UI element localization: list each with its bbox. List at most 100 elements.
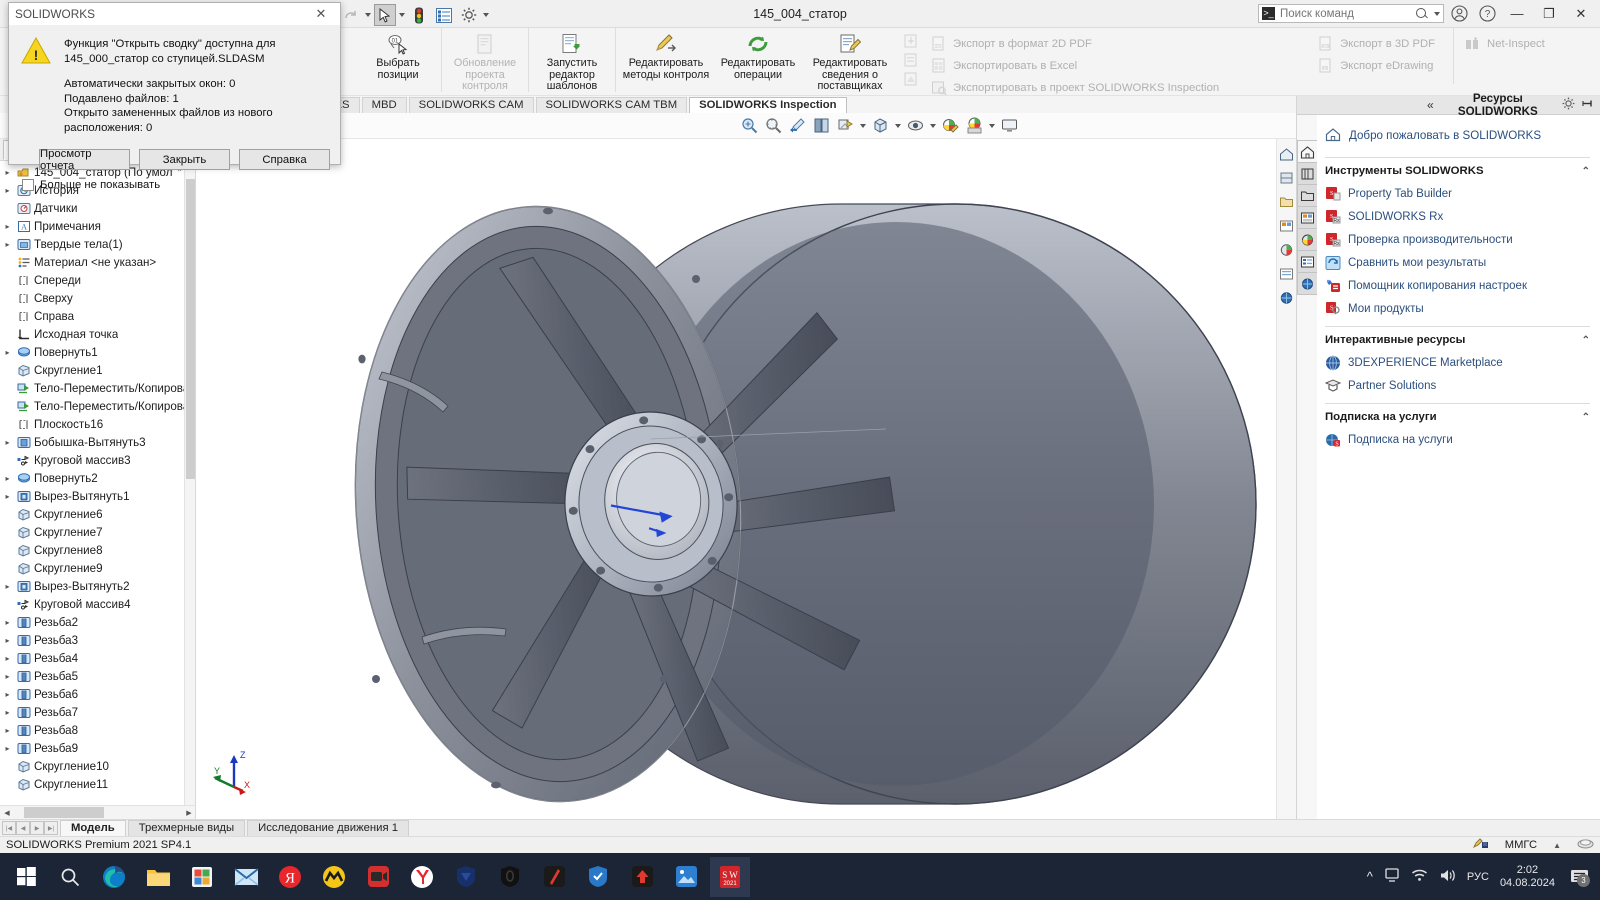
expand-toggle-icon[interactable]: ▸ (2, 492, 13, 501)
feature-tree-item[interactable]: Круговой массив4 (0, 595, 195, 613)
select-dropdown-caret-icon[interactable] (399, 13, 405, 17)
ribbon-button-edit-operations[interactable]: Редактировать операции (712, 28, 804, 81)
feature-tree-item[interactable]: ▸Повернуть2 (0, 469, 195, 487)
task-panel-section-header[interactable]: Интерактивные ресурсы⌃ (1325, 326, 1590, 346)
feature-tree-item[interactable]: ▸Резьба3 (0, 631, 195, 649)
display-style-icon[interactable] (869, 115, 891, 137)
tab-model[interactable]: Модель (60, 820, 126, 836)
nav-last-icon[interactable]: ▶| (44, 821, 58, 835)
expand-toggle-icon[interactable]: ▸ (2, 690, 13, 699)
options-list-icon[interactable] (433, 4, 455, 26)
apply-scene-caret-icon[interactable] (987, 115, 996, 137)
feature-tree-item[interactable]: Скругление11 (0, 775, 195, 793)
previous-view-icon[interactable] (786, 115, 808, 137)
edit-appearance-icon[interactable] (939, 115, 961, 137)
hide-show-caret-icon[interactable] (928, 115, 937, 137)
expand-toggle-icon[interactable]: ▸ (2, 474, 13, 483)
ribbon-button-select-balloons[interactable]: 01 Выбрать позиции (359, 28, 437, 81)
feature-tree-item[interactable]: ▸Резьба6 (0, 685, 195, 703)
red-arrow-icon[interactable] (622, 857, 662, 897)
feature-tree-item[interactable]: Скругление7 (0, 523, 195, 541)
dont-show-again-checkbox[interactable] (22, 179, 34, 191)
feature-tree-item[interactable]: Плоскость16 (0, 415, 195, 433)
feature-tree-item[interactable]: ▸AПримечания (0, 217, 195, 235)
solidworks-resources-tab[interactable] (1297, 140, 1317, 163)
expand-toggle-icon[interactable]: ▸ (2, 222, 13, 231)
feature-tree-item[interactable]: Круговой массив3 (0, 451, 195, 469)
feature-tree-item[interactable]: ▸Резьба8 (0, 721, 195, 739)
task-panel-link[interactable]: SПодписка на услуги (1325, 428, 1590, 451)
graphics-viewport[interactable]: Z Y X (196, 139, 1296, 819)
tab-3d-views[interactable]: Трехмерные виды (128, 820, 245, 836)
file-explorer-icon[interactable] (138, 857, 178, 897)
view-report-button[interactable]: Просмотр отчета (39, 149, 130, 170)
custom-props-rail-icon[interactable] (1278, 265, 1295, 282)
feature-tree-item[interactable]: Скругление9 (0, 559, 195, 577)
zoom-to-area-icon[interactable] (762, 115, 784, 137)
m-app-icon[interactable] (314, 857, 354, 897)
wifi-icon[interactable] (1411, 868, 1428, 885)
dont-show-again-row[interactable]: Больше не показывать (9, 170, 340, 191)
help-question-icon[interactable]: ? (1474, 2, 1500, 26)
gear-icon[interactable] (458, 4, 480, 26)
red-dark-icon[interactable] (534, 857, 574, 897)
marketplace-rail-icon[interactable] (1278, 289, 1295, 306)
feature-tree-item[interactable]: ▸Бобышка-Вытянуть3 (0, 433, 195, 451)
windows-start-icon[interactable] (6, 857, 46, 897)
tab-motion-study[interactable]: Исследование движения 1 (247, 820, 409, 836)
expand-toggle-icon[interactable]: ▸ (2, 708, 13, 717)
view-settings-icon[interactable] (998, 115, 1020, 137)
task-panel-link[interactable]: 3DEXPERIENCE Marketplace (1325, 351, 1590, 374)
minimize-button[interactable]: — (1502, 1, 1532, 27)
task-panel-gear-icon[interactable] (1562, 97, 1575, 113)
scroll-thumb[interactable] (186, 179, 195, 479)
feature-tree-item[interactable]: ▸Резьба4 (0, 649, 195, 667)
task-panel-link[interactable]: Помощник копирования настроек (1325, 274, 1590, 297)
task-panel-link[interactable]: Сравнить мои результаты (1325, 251, 1590, 274)
ribbon-button-edit-methods[interactable]: Редактировать методы контроля (620, 28, 712, 81)
scroll-left-arrow-icon[interactable]: ◀ (0, 806, 14, 820)
user-account-icon[interactable] (1446, 2, 1472, 26)
chevron-up-icon[interactable]: ⌃ (1582, 412, 1590, 423)
feature-tree-item[interactable]: Тело-Переместить/Копировать (0, 379, 195, 397)
device-icon[interactable] (1384, 867, 1400, 886)
view-orientation-icon[interactable] (834, 115, 856, 137)
scene-rail-icon[interactable] (1278, 241, 1295, 258)
task-panel-pin-icon[interactable] (1581, 97, 1594, 113)
nav-prev-icon[interactable]: ◀ (16, 821, 30, 835)
solidworks-icon[interactable]: S W2021 (710, 857, 750, 897)
taskbar-search-icon[interactable] (50, 857, 90, 897)
appearances-scenes-tab[interactable] (1297, 228, 1317, 251)
red-camera-icon[interactable] (358, 857, 398, 897)
close-button[interactable]: ✕ (1566, 1, 1596, 27)
task-panel-section-header[interactable]: Подписка на услуги⌃ (1325, 403, 1590, 423)
ribbon-button-edit-suppliers[interactable]: Редактировать сведения о поставщиках (804, 28, 896, 93)
nav-first-icon[interactable]: |◀ (2, 821, 16, 835)
search-icon[interactable] (1415, 7, 1429, 21)
notifications-icon[interactable]: 3 (1566, 864, 1592, 890)
feature-tree-item[interactable]: ▸Вырез-Вытянуть2 (0, 577, 195, 595)
hide-show-items-icon[interactable] (904, 115, 926, 137)
design-library-tab[interactable] (1297, 162, 1317, 185)
tab-solidworks-cam-tbm[interactable]: SOLIDWORKS CAM TBM (536, 97, 688, 113)
feature-tree-item[interactable]: Исходная точка (0, 325, 195, 343)
units-caret-icon[interactable]: ▲ (1553, 841, 1561, 850)
view-palette-tab[interactable] (1297, 206, 1317, 229)
feature-tree-item[interactable]: Скругление10 (0, 757, 195, 775)
feature-tree-item[interactable]: Материал <не указан> (0, 253, 195, 271)
feature-tree-item[interactable]: Тело-Переместить/Копировать (0, 397, 195, 415)
chevron-up-icon[interactable]: ⌃ (1582, 166, 1590, 177)
feature-tree-item[interactable]: ▸Резьба7 (0, 703, 195, 721)
feature-tree-item[interactable]: ▸Твердые тела(1) (0, 235, 195, 253)
feature-tree-item[interactable]: ▸Резьба2 (0, 613, 195, 631)
feature-tree-item[interactable]: Справа (0, 307, 195, 325)
expand-toggle-icon[interactable]: ▸ (2, 636, 13, 645)
chevron-up-icon[interactable]: ⌃ (1582, 335, 1590, 346)
feature-tree-item[interactable]: Скругление6 (0, 505, 195, 523)
feature-tree-item[interactable]: Датчики (0, 199, 195, 217)
tray-chevron-icon[interactable]: ^ (1367, 869, 1373, 884)
apply-scene-icon[interactable] (963, 115, 985, 137)
3dexperience-marketplace-tab[interactable] (1297, 272, 1317, 295)
blue-shield-icon[interactable] (446, 857, 486, 897)
expand-toggle-icon[interactable]: ▸ (2, 726, 13, 735)
